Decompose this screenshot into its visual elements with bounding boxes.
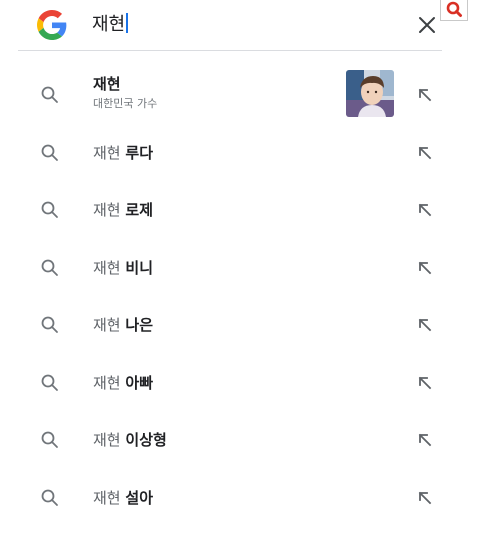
search-icon <box>41 86 58 103</box>
text-caret <box>126 13 129 33</box>
suggestion-text: 재현 이상형 <box>93 430 167 450</box>
divider <box>18 50 442 51</box>
arrow-up-left-icon[interactable] <box>417 432 433 448</box>
suggestion-completion: 비니 <box>125 258 153 277</box>
suggestion-item[interactable]: 재현 로제 <box>0 182 480 240</box>
suggestion-text: 재현 아빠 <box>93 373 153 393</box>
suggestion-base: 재현 <box>93 431 121 450</box>
suggestion-text: 재현 루다 <box>93 143 153 163</box>
arrow-up-left-icon[interactable] <box>417 375 433 391</box>
suggestion-completion: 나은 <box>125 316 153 335</box>
arrow-up-left-icon[interactable] <box>417 317 433 333</box>
search-icon <box>41 259 58 276</box>
search-query-text: 재현 <box>92 14 126 35</box>
suggestion-text: 재현 비니 <box>93 258 153 278</box>
suggestion-completion: 아빠 <box>125 373 153 392</box>
arrow-up-left-icon[interactable] <box>417 260 433 276</box>
suggestion-base: 재현 <box>93 143 121 162</box>
search-bar[interactable]: 재현 <box>0 0 480 51</box>
suggestion-text: 재현 설아 <box>93 488 153 508</box>
search-icon <box>41 201 58 219</box>
suggestion-list: 재현 대한민국 가수 재현 루다 재현 로제 재현 비니 재현 나은 재현 아빠… <box>0 66 480 527</box>
suggestion-item[interactable]: 재현 이상형 <box>0 412 480 470</box>
person-photo <box>346 70 394 117</box>
suggestion-item[interactable]: 재현 비니 <box>0 239 480 297</box>
suggestion-base: 재현 <box>93 258 121 277</box>
suggestion-base: 재현 <box>93 201 121 220</box>
search-icon <box>41 374 58 391</box>
search-icon <box>446 1 462 17</box>
suggestion-base: 재현 <box>93 373 121 392</box>
suggestion-title: 재현 <box>93 75 121 93</box>
suggestion-base: 재현 <box>93 488 121 507</box>
arrow-up-left-icon[interactable] <box>417 202 433 218</box>
suggestion-completion: 루다 <box>125 143 153 162</box>
search-icon <box>41 316 58 334</box>
google-g-icon <box>37 10 67 40</box>
close-icon[interactable] <box>417 15 437 35</box>
search-icon <box>41 489 58 506</box>
search-icon <box>41 144 58 161</box>
suggestion-completion: 이상형 <box>125 431 167 450</box>
suggestion-base: 재현 <box>93 316 121 335</box>
suggestion-completion: 설아 <box>125 488 153 507</box>
suggestion-item[interactable]: 재현 루다 <box>0 124 480 182</box>
suggestion-item[interactable]: 재현 나은 <box>0 297 480 355</box>
suggestion-text: 재현 로제 <box>93 200 153 220</box>
suggestion-completion: 로제 <box>125 201 153 220</box>
search-icon <box>41 431 58 449</box>
suggestion-text: 재현 나은 <box>93 315 153 335</box>
suggestion-item[interactable]: 재현 아빠 <box>0 354 480 412</box>
search-input[interactable]: 재현 <box>92 13 129 37</box>
arrow-up-left-icon[interactable] <box>417 145 433 161</box>
suggestion-entity[interactable]: 재현 대한민국 가수 <box>0 66 480 124</box>
arrow-up-left-icon[interactable] <box>417 87 433 103</box>
suggestion-subtitle: 대한민국 가수 <box>93 97 158 110</box>
corner-search-button[interactable] <box>440 0 468 21</box>
arrow-up-left-icon[interactable] <box>417 490 433 506</box>
suggestion-item[interactable]: 재현 설아 <box>0 469 480 527</box>
